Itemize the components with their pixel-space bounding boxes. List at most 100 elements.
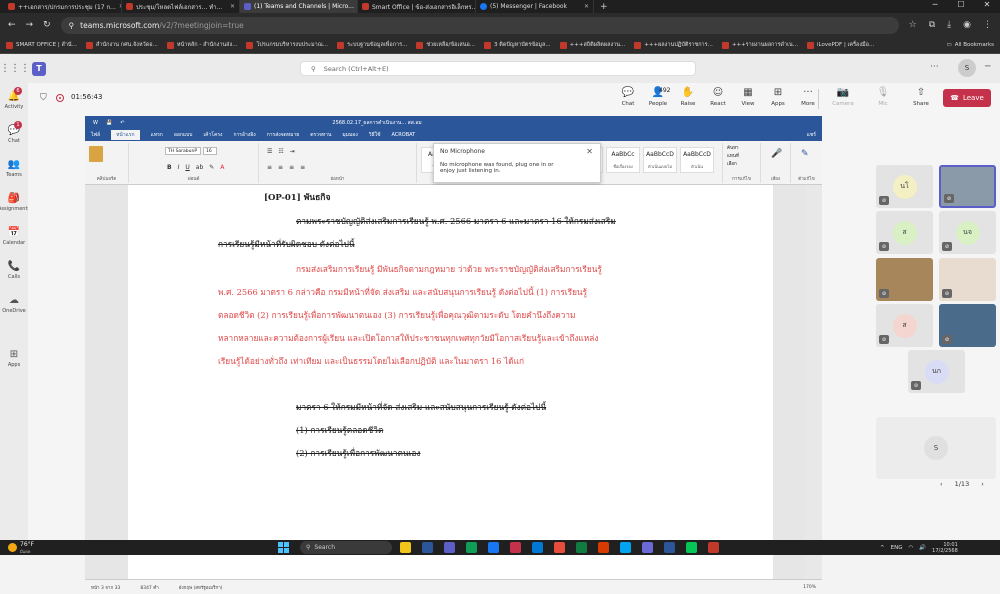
next-page-icon[interactable]: › <box>981 480 984 488</box>
mic-button[interactable]: 🎙 Mic <box>868 87 898 107</box>
bookmark-item[interactable]: หน้าหลัก - สำนักงานส่ง... <box>166 41 237 49</box>
bookmark-item[interactable]: +++ผลงานปฏิบัติราชการ... <box>634 41 713 49</box>
weather-status: มีแดด <box>20 548 31 554</box>
taskbar-app-icon[interactable] <box>664 542 675 553</box>
rail-item-assignments[interactable]: 🎒 Assignments <box>0 185 30 219</box>
bookmark-item[interactable]: +++สถิติผลิตผลงาน... <box>559 41 625 49</box>
profile-icon[interactable]: ◉ <box>963 20 971 30</box>
close-tab-icon[interactable]: ✕ <box>230 3 235 10</box>
participant-tile[interactable]: นโ ⊘ <box>876 165 933 208</box>
participant-tile[interactable]: ⊘ <box>939 304 996 347</box>
volume-icon[interactable]: 🔊 <box>919 545 926 551</box>
taskbar-app-icon[interactable] <box>444 542 455 553</box>
camera-button[interactable]: 📷 Camera <box>828 87 858 107</box>
bookmark-favicon-icon <box>246 41 254 49</box>
participant-tile[interactable]: S <box>876 417 996 479</box>
more-options-icon[interactable]: ··· <box>930 62 939 72</box>
start-button[interactable] <box>278 542 289 553</box>
shield-icon[interactable]: ⛉ <box>40 93 47 103</box>
rail-item-onedrive[interactable]: ☁ OneDrive <box>0 287 28 321</box>
bookmark-item[interactable]: ระบบฐานข้อมูลเพื่อการ... <box>337 41 407 49</box>
bookmark-item[interactable]: iLovePDF | เครื่องมือ... <box>806 41 874 49</box>
taskbar-app-icon[interactable] <box>510 542 521 553</box>
weather-widget[interactable]: 76°F มีแดด <box>8 540 34 555</box>
clock[interactable]: 10:01 17/2/2568 <box>932 542 958 554</box>
close-tab-icon[interactable]: ✕ <box>584 3 589 10</box>
editor-icon: ✎ <box>801 149 809 159</box>
avatar[interactable]: S <box>958 59 976 77</box>
app-launcher-icon[interactable]: ⋮⋮⋮ <box>0 63 30 74</box>
share-button[interactable]: ⇧ Share <box>906 87 936 107</box>
taskbar-app-icon[interactable] <box>400 542 411 553</box>
menu-icon[interactable]: ⋮ <box>983 20 992 30</box>
bookmark-item[interactable]: +++รายงานผลการดำเน... <box>721 41 798 49</box>
participant-tile[interactable]: ส ⊘ <box>876 304 933 347</box>
rail-item-chat[interactable]: 💬 Chat 1 <box>0 117 28 151</box>
minimize-icon[interactable]: ─ <box>985 62 990 72</box>
new-tab-button[interactable]: + <box>594 2 614 12</box>
browser-tab[interactable]: (5) Messenger | Facebook ✕ <box>476 0 594 13</box>
react-button[interactable]: ☺ React <box>703 87 733 107</box>
site-info-icon[interactable]: ⚲ <box>69 21 75 30</box>
taskbar-app-icon[interactable] <box>686 542 697 553</box>
rail-item-calls[interactable]: 📞 Calls <box>0 253 28 287</box>
bookmark-item[interactable]: SMART OFFICE | สำนั... <box>6 41 77 49</box>
taskbar-search[interactable]: ⚲ Search <box>300 541 392 554</box>
forward-icon[interactable]: → <box>26 20 34 30</box>
participant-tile[interactable]: ส ⊘ <box>876 211 933 254</box>
raise-button[interactable]: ✋ Raise <box>673 87 703 107</box>
rail-item-teams[interactable]: 👥 Teams <box>0 151 28 185</box>
tray-chevron-icon[interactable]: ^ <box>880 545 885 551</box>
taskbar-app-icon[interactable] <box>554 542 565 553</box>
taskbar-app-icon[interactable] <box>488 542 499 553</box>
maximize-icon[interactable]: ☐ <box>948 0 974 13</box>
control-label: Share <box>913 101 929 107</box>
people-button[interactable]: 👤 People 492 <box>643 87 673 107</box>
bookmark-item[interactable]: ช่วยเหลือ/ข้อเสนอ... <box>416 41 475 49</box>
close-icon[interactable]: ✕ <box>586 147 593 156</box>
taskbar-app-icon[interactable] <box>576 542 587 553</box>
leave-button[interactable]: ☎ Leave <box>943 89 991 107</box>
input-language[interactable]: ENG <box>891 545 903 551</box>
bookmark-item[interactable]: 3 ติดปัญหาบัตรข้อมูล... <box>484 41 551 49</box>
back-icon[interactable]: ← <box>8 20 16 30</box>
search-input[interactable]: ⚲ Search (Ctrl+Alt+E) <box>300 61 696 76</box>
all-bookmarks-button[interactable]: ▭ All Bookmarks <box>947 42 995 48</box>
bookmark-favicon-icon <box>559 41 567 49</box>
extensions-icon[interactable]: ⧉ <box>929 20 935 30</box>
apps-button[interactable]: ⊞ Apps <box>763 87 793 107</box>
minimize-icon[interactable]: ─ <box>922 0 948 13</box>
taskbar-app-icon[interactable] <box>642 542 653 553</box>
chat-button[interactable]: 💬 Chat <box>613 87 643 107</box>
prev-page-icon[interactable]: ‹ <box>940 480 943 488</box>
browser-tab[interactable]: ++เอกสาร/ปกรมการประชุม (17 ก...✕ <box>4 0 122 13</box>
close-window-icon[interactable]: ✕ <box>974 0 1000 13</box>
bookmark-item[interactable]: สำนักงาน กศน.จังหวัดอ... <box>85 41 158 49</box>
wifi-icon[interactable]: ◠ <box>908 545 913 551</box>
reload-icon[interactable]: ↻ <box>43 20 51 30</box>
browser-tab-active[interactable]: (1) Teams and Channels | Micro...✕ <box>240 0 358 13</box>
browser-tab[interactable]: ประชุม/โหลดไฟล์เอกสาร... ทำ... ✕ <box>122 0 240 13</box>
browser-tab[interactable]: Smart Office | ข้อ-ส่งเอกสารอิเล็กทร...✕ <box>358 0 476 13</box>
view-button[interactable]: ▦ View <box>733 87 763 107</box>
taskbar-app-icon[interactable] <box>708 542 719 553</box>
star-icon[interactable]: ☆ <box>909 20 917 30</box>
url-path: /v2/?meetingjoin=true <box>159 20 244 30</box>
taskbar-app-icon[interactable] <box>466 542 477 553</box>
participant-tile[interactable]: นจ ⊘ <box>939 211 996 254</box>
taskbar-app-icon[interactable] <box>598 542 609 553</box>
rail-item-apps[interactable]: ⊞ Apps <box>0 341 28 375</box>
rail-item-calendar[interactable]: 📅 Calendar <box>0 219 28 253</box>
participant-tile[interactable]: ⊘ <box>939 165 996 208</box>
control-label: Raise <box>680 101 696 107</box>
participant-tile[interactable]: นก ⊘ <box>908 350 965 393</box>
taskbar-app-icon[interactable] <box>620 542 631 553</box>
participant-tile[interactable]: ⊘ <box>876 258 933 301</box>
download-icon[interactable]: ⤓ <box>947 20 951 30</box>
url-input[interactable]: ⚲ teams.microsoft.com/v2/?meetingjoin=tr… <box>60 16 899 34</box>
taskbar-app-icon[interactable] <box>532 542 543 553</box>
rail-item-activity[interactable]: 🔔 Activity 6 <box>0 83 28 117</box>
participant-tile[interactable]: ⊘ <box>939 258 996 301</box>
bookmark-item[interactable]: โปรแกรมบริหารงบประมาณ... <box>246 41 328 49</box>
taskbar-app-icon[interactable] <box>422 542 433 553</box>
